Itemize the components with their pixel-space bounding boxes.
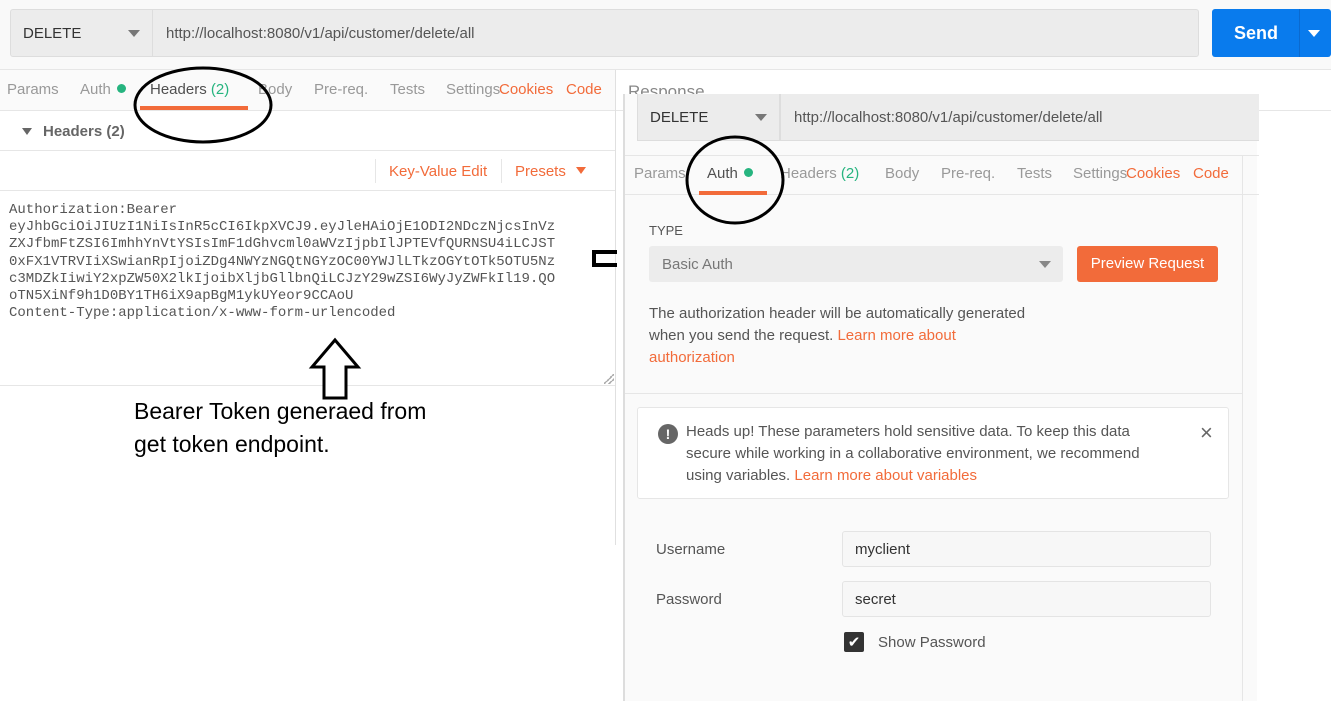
learn-more-variables-link[interactable]: Learn more about variables	[794, 467, 977, 484]
auth-type-select[interactable]: Basic Auth	[649, 246, 1063, 282]
tab-settings[interactable]: Settings	[1073, 165, 1127, 182]
url-input[interactable]: http://localhost:8080/v1/api/customer/de…	[780, 94, 1259, 141]
annotation-text: Bearer Token generaed from get token endp…	[134, 395, 426, 461]
learn-more-authorization-link[interactable]: authorization	[649, 347, 1025, 369]
auth-type-value: Basic Auth	[662, 256, 733, 273]
annotation-line: Bearer Token generaed from	[134, 398, 427, 424]
cookies-link[interactable]: Cookies	[1126, 165, 1180, 182]
chevron-down-icon	[1039, 261, 1051, 268]
url-value: http://localhost:8080/v1/api/customer/de…	[794, 108, 1103, 126]
notice-line: secure while working in a collaborative …	[686, 445, 1140, 462]
password-input[interactable]: secret	[842, 581, 1211, 617]
learn-more-authorization-link[interactable]: Learn more about	[837, 327, 955, 344]
method-value: DELETE	[650, 108, 709, 126]
close-icon[interactable]: ×	[1200, 420, 1213, 446]
highlight-ellipse	[133, 66, 273, 144]
info-icon: !	[658, 424, 678, 444]
username-input[interactable]: myclient	[842, 531, 1211, 567]
tab-body[interactable]: Body	[885, 165, 919, 182]
pane-divider	[1242, 155, 1243, 701]
headers-count: (2)	[840, 165, 860, 182]
tab-params[interactable]: Params	[634, 165, 686, 182]
bracket-mark	[592, 250, 617, 267]
password-label: Password	[656, 591, 722, 608]
username-label: Username	[656, 541, 726, 558]
notice-text: Heads up! These parameters hold sensitiv…	[686, 421, 1140, 487]
description-line: when you send the request.	[649, 327, 834, 344]
annotation-line: get token endpoint.	[134, 431, 330, 457]
notice-line: Heads up! These parameters hold sensitiv…	[686, 423, 1130, 440]
code-link[interactable]: Code	[1193, 165, 1229, 182]
show-password-checkbox[interactable]: ✔	[844, 632, 864, 652]
notice-line: using variables.	[686, 467, 791, 484]
tab-label: Headers	[780, 165, 837, 182]
auth-panel: DELETE http://localhost:8080/v1/api/cust…	[623, 94, 1259, 701]
password-value: secret	[855, 590, 896, 608]
auth-description: The authorization header will be automat…	[649, 303, 1025, 369]
active-tab-underline	[699, 191, 767, 195]
chevron-down-icon	[755, 114, 767, 121]
preview-request-button[interactable]: Preview Request	[1077, 246, 1218, 282]
tab-tests[interactable]: Tests	[1017, 165, 1052, 182]
tab-auth[interactable]: Auth	[707, 165, 753, 182]
divider	[625, 393, 1242, 394]
method-select[interactable]: DELETE	[637, 94, 780, 141]
show-password-label[interactable]: Show Password	[878, 634, 986, 651]
tab-label: Auth	[707, 165, 738, 182]
tab-headers[interactable]: Headers (2)	[780, 165, 859, 182]
status-dot-icon	[743, 168, 753, 177]
arrow-up-icon	[308, 337, 362, 400]
description-line: The authorization header will be automat…	[649, 305, 1026, 322]
tab-prereq[interactable]: Pre-req.	[941, 165, 995, 182]
sensitive-data-notice: ! Heads up! These parameters hold sensit…	[637, 407, 1229, 499]
type-label: TYPE	[649, 223, 683, 238]
username-value: myclient	[855, 540, 911, 558]
